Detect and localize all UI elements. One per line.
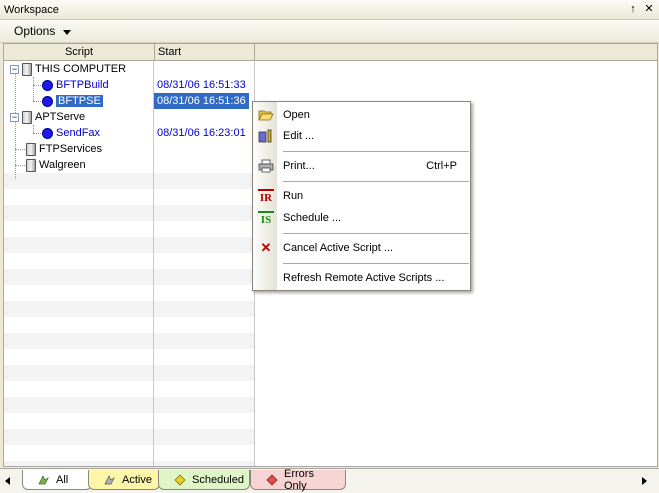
menu-item-open[interactable]: Open [253, 105, 470, 125]
tree-row-bftpse[interactable]: BFTPSE 08/31/06 16:51:36 [4, 93, 254, 109]
close-icon[interactable]: ✕ [643, 2, 655, 16]
tab-label: Errors Only [284, 467, 314, 492]
empty-row [4, 397, 254, 413]
folder-open-icon [258, 108, 274, 122]
script-status-icon [42, 127, 53, 139]
panel-titlebar: Workspace ↑ ✕ [0, 0, 659, 20]
column-header-filler [255, 44, 657, 61]
row-name: APTServe [35, 111, 86, 123]
script-status-icon [42, 95, 53, 107]
tree-row-ftpservices[interactable]: FTPServices [4, 141, 254, 157]
tree-row-walgreen[interactable]: Walgreen [4, 157, 254, 173]
empty-row [4, 253, 254, 269]
empty-row [4, 381, 254, 397]
active-icon [103, 474, 117, 486]
collapse-icon[interactable]: − [10, 112, 19, 122]
chevron-down-icon [63, 29, 72, 35]
empty-row [4, 237, 254, 253]
tab-errors-only[interactable]: Errors Only [250, 467, 346, 492]
edit-icon [258, 129, 274, 143]
row-name: THIS COMPUTER [35, 63, 127, 75]
row-name: BFTPBuild [56, 79, 109, 91]
cancel-icon: ✕ [260, 240, 272, 255]
empty-row [4, 413, 254, 429]
collapse-icon[interactable]: − [10, 64, 19, 74]
tree-row-aptserve[interactable]: − APTServe [4, 109, 254, 125]
empty-row [4, 429, 254, 445]
pin-icon[interactable]: ↑ [627, 2, 639, 16]
tab-label: Scheduled [192, 473, 244, 486]
menu-item-schedule[interactable]: IS Schedule ... [253, 208, 470, 228]
row-name: BFTPSE [56, 95, 103, 107]
menu-item-run[interactable]: IR Run [253, 186, 470, 206]
panel-title: Workspace [4, 3, 59, 16]
menu-item-label: Schedule ... [283, 212, 342, 224]
empty-row [4, 205, 254, 221]
menu-item-label: Print... [283, 160, 315, 172]
empty-row [4, 285, 254, 301]
column-header-start[interactable]: Start [155, 44, 255, 61]
empty-row [4, 189, 254, 205]
printer-icon [258, 159, 274, 173]
empty-row [4, 301, 254, 317]
grid-rows: − THIS COMPUTER BFTPBuild 08/31/06 16:51… [4, 61, 255, 466]
menu-item-label: Refresh Remote Active Scripts ... [283, 272, 445, 284]
empty-row [4, 221, 254, 237]
options-menu-button[interactable]: Options [14, 24, 72, 38]
scroll-left-icon[interactable] [5, 477, 10, 485]
tab-scheduled[interactable]: Scheduled [158, 470, 250, 490]
tree-row-bftpbuild[interactable]: BFTPBuild 08/31/06 16:51:33 [4, 77, 254, 93]
empty-row [4, 317, 254, 333]
script-status-icon [42, 79, 53, 91]
computer-icon [26, 158, 36, 172]
all-icon [37, 474, 51, 486]
empty-row [4, 333, 254, 349]
run-icon: IR [258, 189, 274, 204]
menu-item-label: Open [283, 109, 310, 121]
menu-item-edit[interactable]: Edit ... [253, 126, 470, 146]
menu-item-print[interactable]: Print... Ctrl+P [253, 156, 470, 176]
tab-active[interactable]: Active [88, 470, 160, 490]
tab-all[interactable]: All [22, 470, 92, 490]
toolbar: Options [0, 20, 659, 43]
empty-row [4, 349, 254, 365]
context-menu: Open Edit ... Print... Ctrl+P IR Run IS … [252, 101, 471, 291]
empty-row [4, 445, 254, 461]
row-name: FTPServices [39, 143, 102, 155]
menu-item-label: Run [283, 190, 304, 202]
tree-row-sendfax[interactable]: SendFax 08/31/06 16:23:01 [4, 125, 254, 141]
computer-icon [26, 142, 36, 156]
scroll-right-icon[interactable] [642, 477, 647, 485]
filter-tab-bar: All Active Scheduled Errors Only [0, 468, 659, 493]
computer-icon [22, 62, 32, 76]
menu-item-cancel-active-script[interactable]: ✕ Cancel Active Script ... [253, 238, 470, 258]
row-start: 08/31/06 16:23:01 [157, 127, 246, 139]
row-name: Walgreen [39, 159, 86, 171]
empty-row [4, 173, 254, 189]
tree-row-this-computer[interactable]: − THIS COMPUTER [4, 61, 254, 77]
options-label: Options [14, 24, 56, 38]
tab-label: All [56, 473, 69, 486]
row-start: 08/31/06 16:51:36 [154, 93, 249, 109]
row-start: 08/31/06 16:51:33 [157, 79, 246, 91]
menu-item-refresh-remote[interactable]: Refresh Remote Active Scripts ... [253, 268, 470, 288]
menu-item-label: Cancel Active Script ... [283, 242, 394, 254]
tab-label: Active [122, 473, 152, 486]
empty-row [4, 461, 254, 466]
menu-item-label: Edit ... [283, 130, 315, 142]
column-header-script[interactable]: Script [4, 44, 155, 61]
menu-item-shortcut: Ctrl+P [426, 160, 457, 172]
grid-header: Script Start [4, 44, 657, 61]
scheduled-icon [173, 474, 187, 486]
empty-row [4, 269, 254, 285]
errors-icon [265, 474, 279, 486]
row-name: SendFax [56, 127, 101, 139]
computer-icon [22, 110, 32, 124]
schedule-icon: IS [258, 211, 274, 226]
empty-row [4, 365, 254, 381]
